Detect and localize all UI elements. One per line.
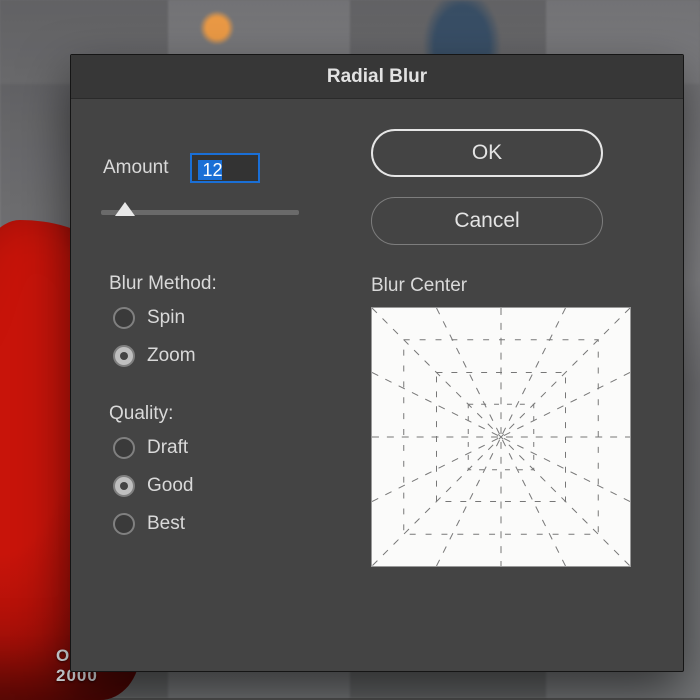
radial-blur-dialog: Radial Blur Amount 12 Blur Method: Spin Z… (70, 54, 684, 672)
radio-label: Best (147, 513, 185, 535)
radio-indicator (113, 437, 135, 459)
radio-indicator (113, 475, 135, 497)
ok-button[interactable]: OK (371, 129, 603, 177)
blur-center-label: Blur Center (371, 275, 655, 297)
blur-method-option-zoom[interactable]: Zoom (113, 345, 319, 367)
radio-label: Zoom (147, 345, 196, 367)
quality-label: Quality: (109, 403, 319, 425)
radio-indicator (113, 513, 135, 535)
amount-label: Amount (103, 157, 168, 179)
dialog-title: Radial Blur (71, 55, 683, 99)
quality-option-best[interactable]: Best (113, 513, 319, 535)
blur-center-preview[interactable] (371, 307, 631, 567)
slider-thumb[interactable] (115, 202, 135, 216)
quality-option-draft[interactable]: Draft (113, 437, 319, 459)
quality-option-good[interactable]: Good (113, 475, 319, 497)
radio-indicator (113, 345, 135, 367)
blur-method-option-spin[interactable]: Spin (113, 307, 319, 329)
radio-indicator (113, 307, 135, 329)
radio-label: Good (147, 475, 193, 497)
amount-slider[interactable] (101, 199, 299, 221)
cancel-button[interactable]: Cancel (371, 197, 603, 245)
amount-input[interactable]: 12 (190, 153, 260, 183)
radio-label: Spin (147, 307, 185, 329)
radio-label: Draft (147, 437, 188, 459)
blur-method-label: Blur Method: (109, 273, 319, 295)
